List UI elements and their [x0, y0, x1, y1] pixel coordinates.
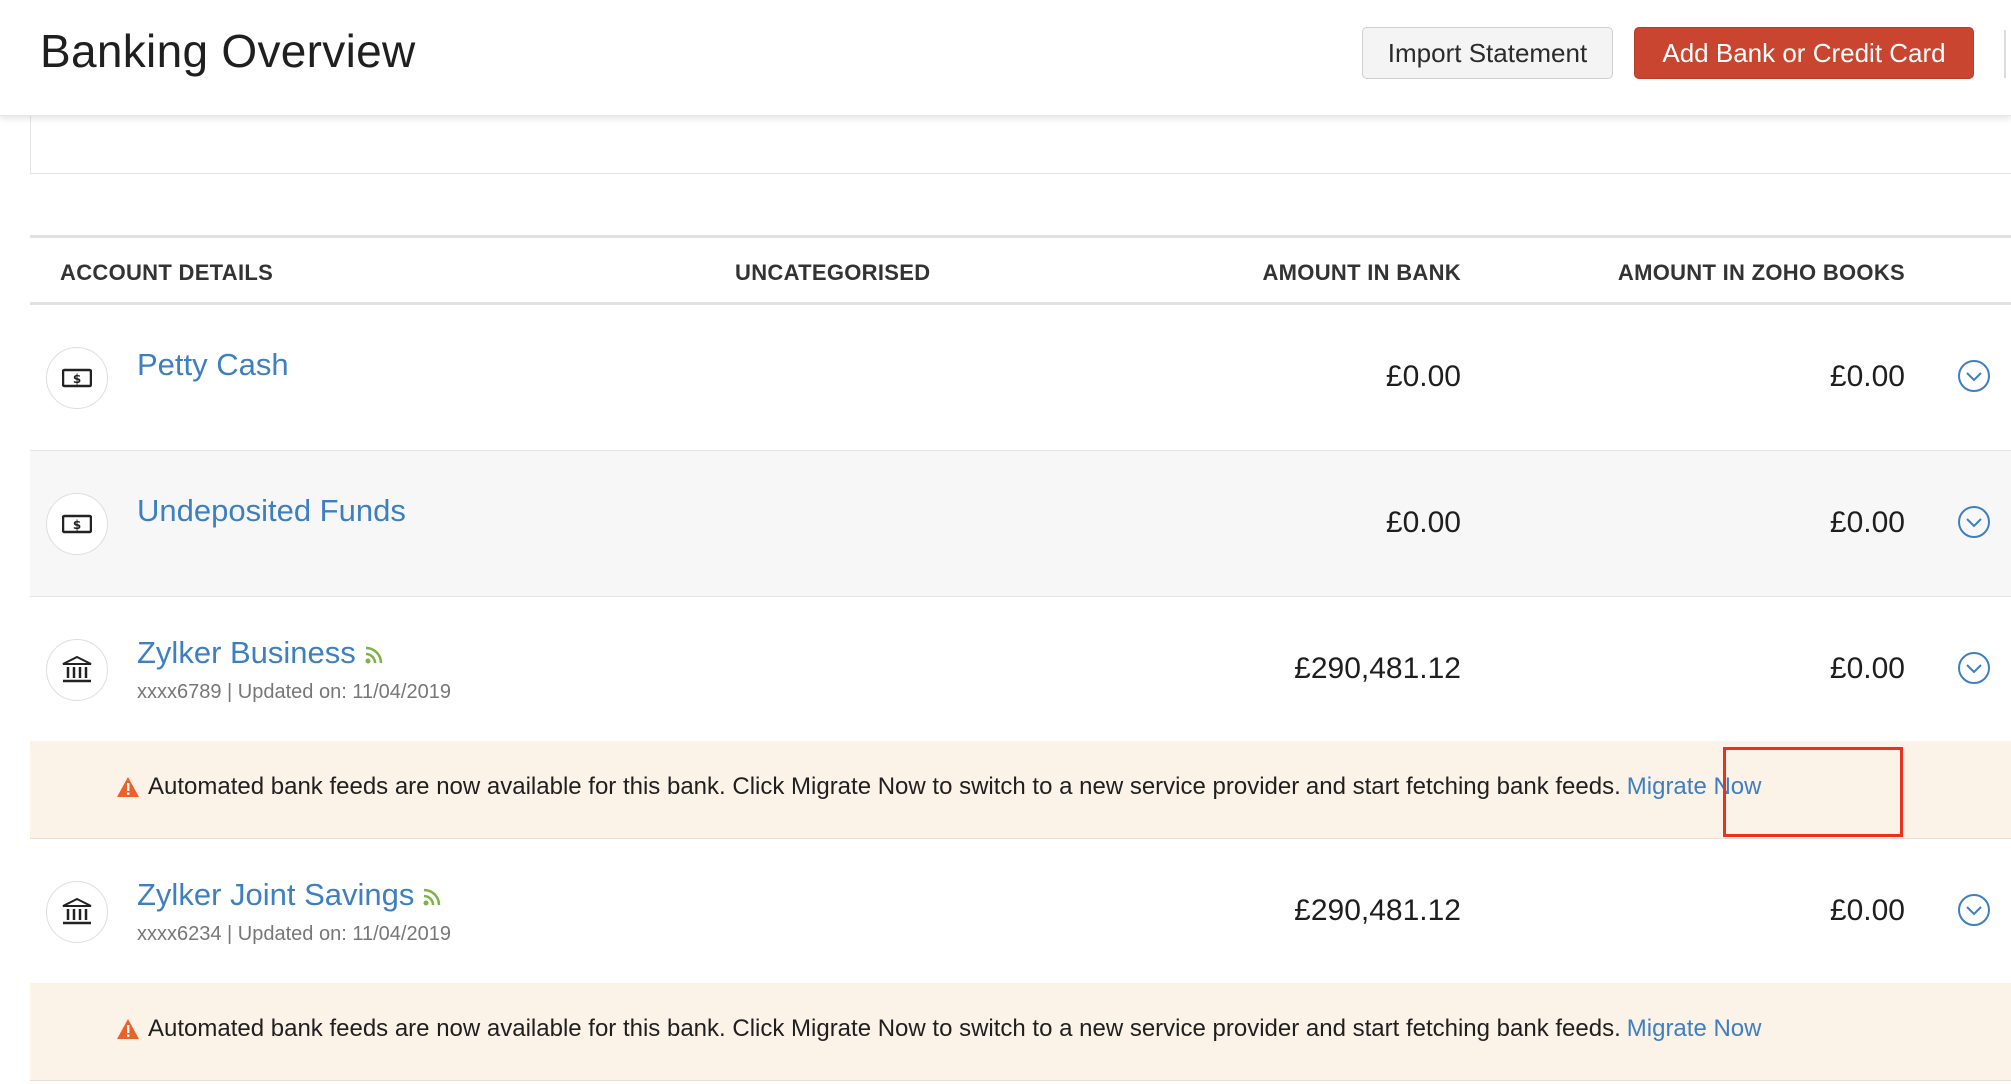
chevron-down-icon[interactable] [1957, 505, 1991, 539]
notice-text: Automated bank feeds are now available f… [148, 1015, 1621, 1042]
amount-in-books: £0.00 [1829, 894, 1905, 927]
column-header-uncategorised: UNCATEGORISED [735, 260, 931, 285]
chevron-down-icon[interactable] [1957, 651, 1991, 685]
account-name-link[interactable]: Undeposited Funds [137, 493, 406, 529]
account-details: xxxx6234 | Updated on: 11/04/2019 [137, 923, 451, 945]
summary-panel [30, 116, 2011, 174]
amount-in-books: £0.00 [1829, 506, 1905, 539]
amount-in-books: £0.00 [1829, 360, 1905, 393]
chevron-down-icon[interactable] [1957, 893, 1991, 927]
page-header: Banking Overview Import Statement Add Ba… [0, 0, 2011, 116]
amount-in-bank: £0.00 [1385, 360, 1461, 393]
add-bank-button[interactable]: Add Bank or Credit Card [1634, 27, 1974, 79]
bank-icon [46, 639, 108, 701]
notice-text: Automated bank feeds are now available f… [148, 773, 1621, 800]
table-header: ACCOUNT DETAILS UNCATEGORISED AMOUNT IN … [30, 235, 2011, 305]
account-name-link[interactable]: Zylker Joint Savings [137, 877, 442, 913]
account-name-text: Zylker Joint Savings [137, 877, 415, 912]
warning-icon [117, 1019, 139, 1039]
cash-icon: $ [46, 347, 108, 409]
column-header-account: ACCOUNT DETAILS [60, 260, 274, 285]
cash-icon: $ [46, 493, 108, 555]
table-row: $ Undeposited Funds £0.00 £0.00 [30, 451, 2011, 597]
bank-feed-icon [365, 646, 383, 664]
migrate-now-link[interactable]: Migrate Now [1627, 1015, 1762, 1043]
table-row: $ Petty Cash £0.00 £0.00 [30, 305, 2011, 451]
account-details: xxxx6789 | Updated on: 11/04/2019 [137, 681, 451, 703]
account-name-link[interactable]: Petty Cash [137, 347, 289, 383]
amount-in-bank: £290,481.12 [1294, 894, 1461, 927]
table-row: Zylker Joint Savings xxxx6234 | Updated … [30, 839, 2011, 983]
page-title: Banking Overview [40, 25, 416, 77]
column-header-amount-books: AMOUNT IN ZOHO BOOKS [1617, 260, 1905, 285]
bank-feed-icon [423, 888, 441, 906]
account-name-link[interactable]: Zylker Business [137, 635, 384, 671]
highlight-box [1723, 747, 1903, 837]
header-divider [2004, 30, 2006, 78]
bank-icon [46, 881, 108, 943]
svg-text:$: $ [73, 372, 81, 386]
migration-notice: Automated bank feeds are now available f… [30, 741, 2011, 839]
account-name-text: Zylker Business [137, 635, 356, 670]
svg-text:$: $ [73, 518, 81, 532]
table-row: Zylker Business xxxx6789 | Updated on: 1… [30, 597, 2011, 741]
amount-in-books: £0.00 [1829, 652, 1905, 685]
import-statement-button[interactable]: Import Statement [1362, 27, 1613, 79]
amount-in-bank: £0.00 [1385, 506, 1461, 539]
warning-icon [117, 777, 139, 797]
chevron-down-icon[interactable] [1957, 359, 1991, 393]
amount-in-bank: £290,481.12 [1294, 652, 1461, 685]
column-header-amount-bank: AMOUNT IN BANK [1262, 260, 1461, 285]
migration-notice: Automated bank feeds are now available f… [30, 983, 2011, 1081]
accounts-table: ACCOUNT DETAILS UNCATEGORISED AMOUNT IN … [30, 235, 2011, 1081]
